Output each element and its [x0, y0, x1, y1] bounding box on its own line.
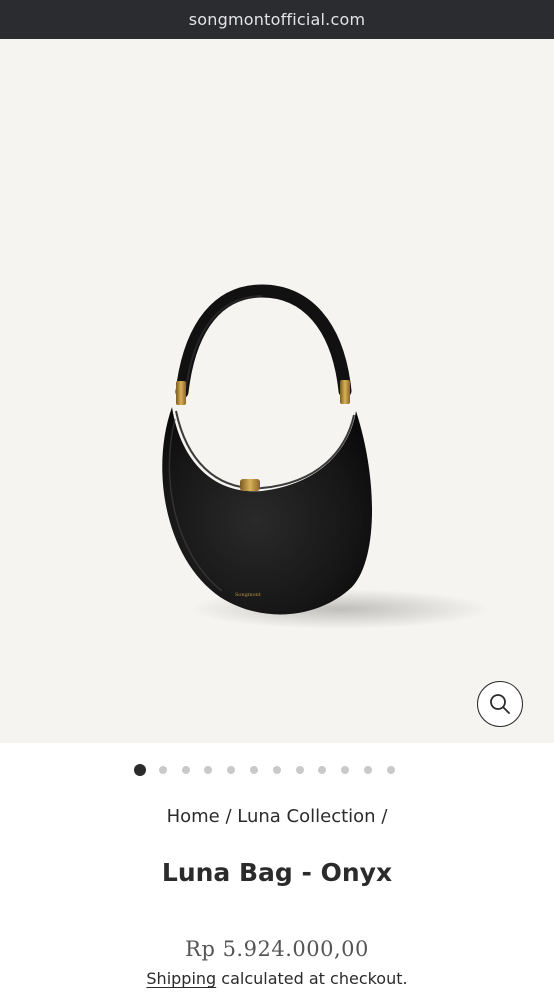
- breadcrumb-separator: /: [381, 806, 388, 827]
- shipping-note-text: calculated at checkout.: [216, 969, 408, 988]
- gallery-dot[interactable]: [364, 766, 372, 774]
- product-image: Songmont: [162, 284, 490, 629]
- shipping-note: Shipping calculated at checkout.: [0, 969, 554, 988]
- bag-brand-mark: Songmont: [235, 592, 261, 598]
- gallery-pagination-dots: [0, 762, 554, 780]
- browser-url-bar[interactable]: songmontofficial.com: [0, 0, 554, 39]
- breadcrumb: Home / Luna Collection /: [0, 806, 554, 827]
- gallery-dot[interactable]: [386, 766, 395, 774]
- gallery-dot[interactable]: [158, 766, 167, 774]
- gallery-dot[interactable]: [181, 766, 190, 774]
- shipping-link[interactable]: Shipping: [146, 969, 216, 988]
- search-icon: [490, 694, 510, 714]
- zoom-button[interactable]: [477, 681, 523, 727]
- gallery-dot[interactable]: [295, 766, 304, 774]
- gallery-dot[interactable]: [250, 766, 258, 774]
- product-price: Rp 5.924.000,00: [185, 937, 369, 961]
- product-image-gallery[interactable]: Songmont: [0, 39, 554, 743]
- breadcrumb-collection-link[interactable]: Luna Collection: [237, 806, 375, 827]
- url-text[interactable]: songmontofficial.com: [189, 10, 365, 29]
- product-title: Luna Bag - Onyx: [161, 858, 393, 887]
- gallery-dot-active[interactable]: [134, 764, 146, 776]
- gallery-dot[interactable]: [227, 766, 236, 774]
- breadcrumb-separator: /: [225, 806, 238, 827]
- gallery-dot[interactable]: [341, 766, 350, 774]
- gallery-dot[interactable]: [204, 766, 213, 774]
- gallery-dot[interactable]: [272, 766, 281, 774]
- gallery-dot[interactable]: [318, 766, 327, 774]
- breadcrumb-home-link[interactable]: Home: [167, 806, 220, 827]
